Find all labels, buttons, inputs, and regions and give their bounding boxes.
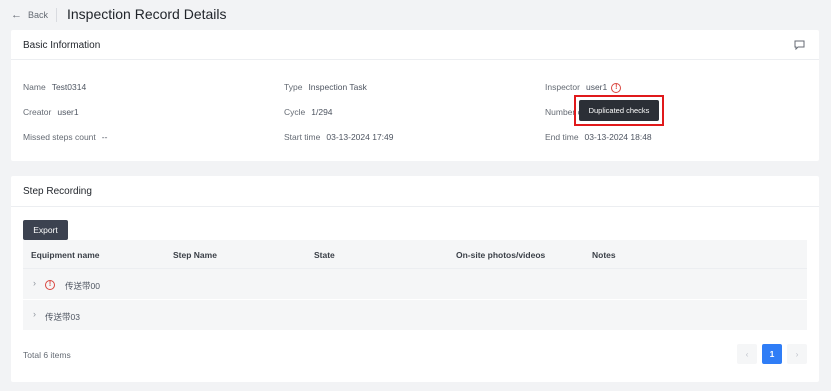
field-start-time-label: Start time [284,132,321,142]
field-type-value: Inspection Task [308,82,367,92]
field-cycle: Cycle 1/294 [284,107,333,117]
field-name-label: Name [23,82,46,92]
field-missed-steps-label: Missed steps count [23,132,96,142]
field-end-time-value: 03-13-2024 18:48 [584,132,652,142]
pagination-next-button[interactable]: › [787,344,807,364]
basic-information-title: Basic Information [23,40,101,51]
field-start-time-value: 03-13-2024 17:49 [326,132,394,142]
field-inspector: Inspector user1! [545,82,622,93]
step-recording-title: Step Recording [23,186,92,197]
duplicated-checks-tooltip: Duplicated checks [579,100,659,121]
field-type-label: Type [284,82,303,92]
field-type: Type Inspection Task [284,82,367,92]
col-state: State [314,250,335,260]
basic-information-card: Basic Information Name Test0314 Type Inspe… [11,30,819,161]
field-missed-steps-value: -- [101,132,108,142]
equipment-name: 传送带00 [65,281,100,291]
table-row[interactable]: › ! 传送带00 [23,269,807,300]
col-photos-videos: On-site photos/videos [456,250,546,260]
equipment-name: 传送带03 [45,312,80,322]
back-button[interactable]: ← Back [11,9,49,21]
field-name-value: Test0314 [51,82,87,92]
step-recording-header: Step Recording [11,176,819,207]
top-bar: ← Back Inspection Record Details [0,0,831,30]
field-name: Name Test0314 [23,82,86,92]
field-end-time: End time 03-13-2024 18:48 [545,132,652,142]
pagination-page-1[interactable]: 1 [762,344,782,364]
col-notes: Notes [592,250,616,260]
table-row[interactable]: › 传送带03 [23,300,807,331]
back-label: Back [28,10,49,20]
field-end-time-label: End time [545,132,579,142]
comment-icon[interactable] [794,40,805,50]
header-divider [56,8,57,22]
field-cycle-value: 1/294 [311,107,333,117]
field-creator-label: Creator [23,107,52,117]
field-creator-value: user1 [57,107,79,117]
field-start-time: Start time 03-13-2024 17:49 [284,132,394,142]
basic-information-header: Basic Information [11,30,819,60]
pagination-prev-button[interactable]: ‹ [737,344,757,364]
page-title: Inspection Record Details [67,6,227,22]
field-missed-steps: Missed steps count -- [23,132,107,142]
warning-circle-icon[interactable]: ! [45,279,55,290]
step-table: Equipment name Step Name State On-site p… [23,240,807,331]
chevron-right-icon[interactable]: › [33,278,36,288]
field-inspector-value: user1 [585,82,608,92]
warning-circle-icon[interactable]: ! [611,82,622,93]
total-count: Total 6 items [23,350,71,360]
tooltip-highlight: Duplicated checks [574,95,664,126]
chevron-right-icon[interactable]: › [33,309,36,319]
field-cycle-label: Cycle [284,107,306,117]
col-equipment-name: Equipment name [31,250,100,260]
field-creator: Creator user1 [23,107,79,117]
table-header: Equipment name Step Name State On-site p… [23,240,807,269]
col-step-name: Step Name [173,250,217,260]
field-inspector-label: Inspector [545,82,580,92]
left-arrow-icon: ← [11,9,22,21]
export-button[interactable]: Export [23,220,68,240]
step-recording-card: Step Recording Export Equipment name Ste… [11,176,819,382]
